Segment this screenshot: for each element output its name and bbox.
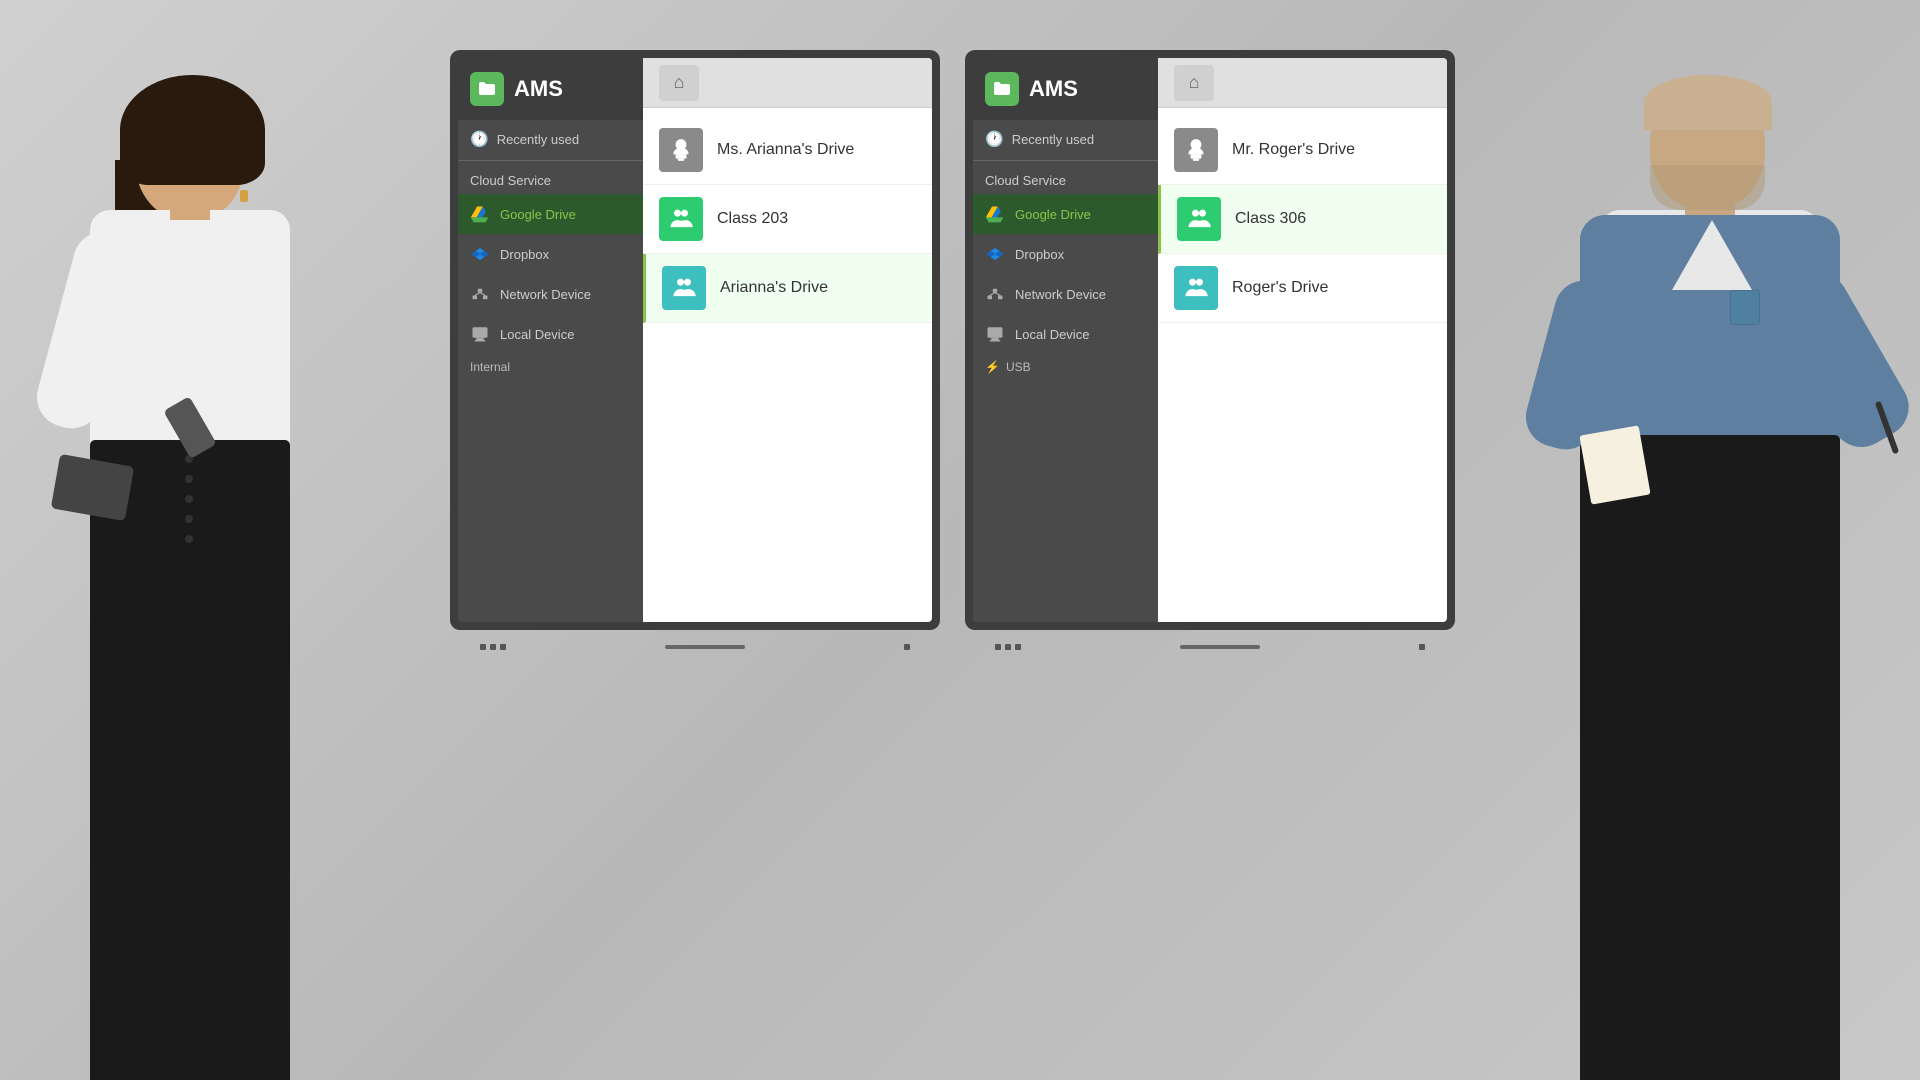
right-cloud-service-label: Cloud Service: [973, 163, 1158, 194]
right-monitor: AMS 🕐 Recently used Cloud Service: [965, 50, 1455, 665]
drive-icon-0: [668, 137, 694, 163]
right-file-item-2[interactable]: Roger's Drive: [1158, 254, 1447, 323]
left-recently-used-label: Recently used: [497, 132, 579, 147]
left-file-item-0[interactable]: Ms. Arianna's Drive: [643, 116, 932, 185]
local-device-icon-right: [985, 324, 1005, 344]
right-port-2: [1005, 644, 1011, 650]
right-file-list: Mr. Roger's Drive Class 3: [1158, 108, 1447, 622]
right-file-icon-2: [1174, 266, 1218, 310]
left-file-name-0: Ms. Arianna's Drive: [717, 141, 854, 159]
dropbox-icon-left: [470, 244, 490, 264]
left-dropbox-label: Dropbox: [500, 247, 549, 262]
left-ports-right: [904, 644, 910, 650]
dropbox-icon-right: [985, 244, 1005, 264]
left-google-drive-label: Google Drive: [500, 207, 576, 222]
left-port-1: [480, 644, 486, 650]
left-file-icon-2: [662, 266, 706, 310]
ams-logo-left: [470, 72, 504, 106]
right-led-strip: [1180, 645, 1260, 649]
people-icon-right-2: [1182, 274, 1210, 302]
right-port-1: [995, 644, 1001, 650]
left-file-icon-1: [659, 197, 703, 241]
right-google-drive-label: Google Drive: [1015, 207, 1091, 222]
left-file-item-1[interactable]: Class 203: [643, 185, 932, 254]
right-dropbox-item[interactable]: Dropbox: [973, 234, 1158, 274]
right-recently-used-label: Recently used: [1012, 132, 1094, 147]
left-local-device-label: Local Device: [500, 327, 574, 342]
left-file-icon-0: [659, 128, 703, 172]
right-google-drive-item[interactable]: Google Drive: [973, 194, 1158, 234]
left-home-button[interactable]: ⌂: [659, 65, 699, 101]
right-network-device-label: Network Device: [1015, 287, 1106, 302]
right-local-device-item[interactable]: Local Device: [973, 314, 1158, 354]
left-main-header: ⌂: [643, 58, 932, 108]
ams-logo-right: [985, 72, 1019, 106]
right-local-device-label: Local Device: [1015, 327, 1089, 342]
right-file-name-1: Class 306: [1235, 210, 1306, 228]
left-google-drive-item[interactable]: Google Drive: [458, 194, 643, 234]
left-network-device-label: Network Device: [500, 287, 591, 302]
left-ports: [480, 644, 506, 650]
left-sidebar: AMS 🕐 Recently used Cloud Service: [458, 58, 643, 622]
left-led-strip: [665, 645, 745, 649]
right-file-icon-0: [1174, 128, 1218, 172]
left-port-r1: [904, 644, 910, 650]
right-file-name-2: Roger's Drive: [1232, 279, 1328, 297]
right-main-header: ⌂: [1158, 58, 1447, 108]
left-port-2: [490, 644, 496, 650]
left-internal-label: Internal: [458, 354, 643, 380]
left-file-name-1: Class 203: [717, 210, 788, 228]
left-ams-title: AMS: [514, 76, 563, 102]
right-ports: [995, 644, 1021, 650]
people-icon-right-1: [1185, 205, 1213, 233]
network-icon-right: [985, 284, 1005, 304]
left-file-list: Ms. Arianna's Drive Class: [643, 108, 932, 622]
right-usb-item[interactable]: ⚡ USB: [973, 354, 1158, 380]
right-main-content: ⌂ Mr. Roger's Dr: [1158, 58, 1447, 622]
right-recently-used-item[interactable]: 🕐 Recently used: [973, 120, 1158, 158]
right-port-3: [1015, 644, 1021, 650]
people-icon-2: [670, 274, 698, 302]
right-file-icon-1: [1177, 197, 1221, 241]
right-file-name-0: Mr. Roger's Drive: [1232, 141, 1355, 159]
right-monitor-footer: [965, 632, 1455, 662]
right-file-item-0[interactable]: Mr. Roger's Drive: [1158, 116, 1447, 185]
right-usb-label: USB: [1006, 360, 1031, 374]
left-local-device-item[interactable]: Local Device: [458, 314, 643, 354]
right-ports-right: [1419, 644, 1425, 650]
clock-icon-left: 🕐: [470, 130, 489, 148]
right-ams-title: AMS: [1029, 76, 1078, 102]
right-file-item-1[interactable]: Class 306: [1158, 185, 1447, 254]
people-icon-1: [667, 205, 695, 233]
right-home-button[interactable]: ⌂: [1174, 65, 1214, 101]
left-main-content: ⌂ Ms. Arianna's: [643, 58, 932, 622]
clock-icon-right: 🕐: [985, 130, 1004, 148]
network-icon-left: [470, 284, 490, 304]
person-woman: [0, 0, 430, 1080]
left-port-3: [500, 644, 506, 650]
folder-icon-right: [992, 79, 1012, 99]
left-monitor-footer: [450, 632, 940, 662]
drive-icon-right-0: [1183, 137, 1209, 163]
left-file-name-2: Arianna's Drive: [720, 279, 828, 297]
person-man: [1490, 0, 1920, 1080]
local-device-icon-left: [470, 324, 490, 344]
left-monitor: AMS 🕐 Recently used Cloud Service: [450, 50, 940, 665]
usb-icon-right: ⚡: [985, 360, 1000, 374]
right-network-device-item[interactable]: Network Device: [973, 274, 1158, 314]
left-cloud-service-label: Cloud Service: [458, 163, 643, 194]
left-network-device-item[interactable]: Network Device: [458, 274, 643, 314]
left-file-item-2[interactable]: Arianna's Drive: [643, 254, 932, 323]
left-dropbox-item[interactable]: Dropbox: [458, 234, 643, 274]
left-recently-used-item[interactable]: 🕐 Recently used: [458, 120, 643, 158]
gdrive-icon-left: [470, 204, 490, 224]
right-port-r1: [1419, 644, 1425, 650]
gdrive-icon-right: [985, 204, 1005, 224]
right-dropbox-label: Dropbox: [1015, 247, 1064, 262]
right-sidebar: AMS 🕐 Recently used Cloud Service: [973, 58, 1158, 622]
right-ams-header: AMS: [973, 58, 1158, 120]
folder-icon-left: [477, 79, 497, 99]
left-ams-header: AMS: [458, 58, 643, 120]
